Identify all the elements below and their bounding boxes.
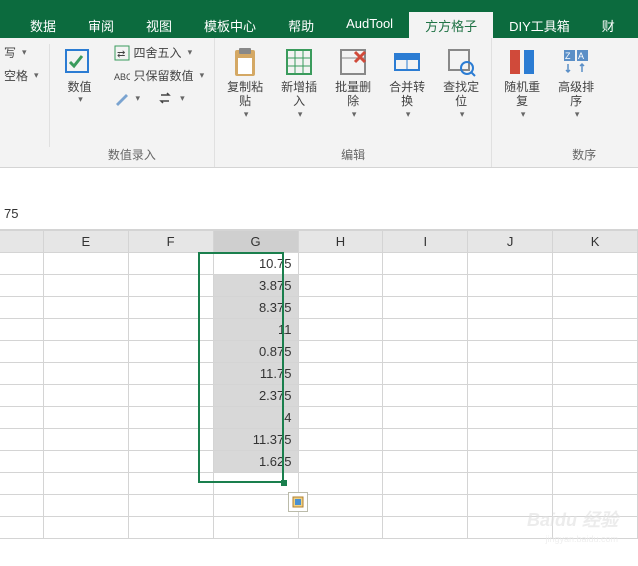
ribbon: 写▾ 空格▾ 数值▾ ⇄ 四舍五入▾ ABC 只保留数值▾	[0, 38, 638, 168]
hebing-button[interactable]: 合并转换▾	[383, 42, 431, 124]
tab-review[interactable]: 审阅	[72, 12, 130, 38]
tool1-button[interactable]: ▾	[110, 88, 145, 108]
table-row: 2.375	[0, 385, 638, 407]
clipboard-icon	[229, 46, 261, 78]
table-row	[0, 517, 638, 539]
abc-icon: ABC	[114, 68, 130, 84]
xie-button[interactable]: 写▾	[0, 42, 43, 63]
svg-text:Z: Z	[565, 51, 571, 61]
group-label-edit: 编辑	[221, 144, 485, 165]
number-check-icon	[64, 46, 96, 78]
cell-G4[interactable]: 11	[213, 319, 298, 341]
svg-text:⇄: ⇄	[117, 49, 125, 60]
column-headers: E F G H I J K	[0, 231, 638, 253]
cell-G9[interactable]: 11.375	[213, 429, 298, 451]
col-I[interactable]: I	[383, 231, 468, 253]
table-row: 11	[0, 319, 638, 341]
shuzhi-button[interactable]: 数值▾	[56, 42, 104, 109]
merge-icon	[391, 46, 423, 78]
insert-icon	[283, 46, 315, 78]
table-row	[0, 495, 638, 517]
table-row: 1.625	[0, 451, 638, 473]
round-icon: ⇄	[114, 45, 130, 61]
svg-text:A: A	[578, 51, 584, 61]
title-bar: 工作簿1 - Excel	[0, 0, 638, 12]
col-J[interactable]: J	[468, 231, 553, 253]
sort-icon: ZA	[560, 46, 592, 78]
delete-icon	[337, 46, 369, 78]
group-label-right: 数序	[498, 144, 600, 165]
baoliu-button[interactable]: ABC 只保留数值▾	[110, 65, 209, 86]
tab-audtool[interactable]: AudTool	[330, 12, 409, 38]
cell-G10[interactable]: 1.625	[213, 451, 298, 473]
paste-options-button[interactable]	[288, 492, 308, 512]
group-label-left	[0, 147, 43, 165]
col-G[interactable]: G	[213, 231, 298, 253]
formula-value: 75	[4, 206, 18, 221]
pencil-icon	[114, 90, 130, 106]
table-row: 4	[0, 407, 638, 429]
col-F[interactable]: F	[128, 231, 213, 253]
cell-G6[interactable]: 11.75	[213, 363, 298, 385]
gaoji-button[interactable]: ZA 高级排序▾	[552, 42, 600, 124]
table-row: 8.375	[0, 297, 638, 319]
col-E[interactable]: E	[43, 231, 128, 253]
col-K[interactable]: K	[553, 231, 638, 253]
svg-text:ABC: ABC	[114, 72, 130, 82]
ribbon-tabs: 数据 审阅 视图 模板中心 帮助 AudTool 方方格子 DIY工具箱 财	[0, 12, 638, 38]
cell-G1[interactable]: 10.75	[213, 253, 298, 275]
find-icon	[445, 46, 477, 78]
tab-view[interactable]: 视图	[130, 12, 188, 38]
piliang-button[interactable]: 批量删除▾	[329, 42, 377, 124]
paste-options-icon	[291, 495, 305, 509]
table-row: 11.75	[0, 363, 638, 385]
tab-diy[interactable]: DIY工具箱	[493, 12, 586, 38]
cell-G8[interactable]: 4	[213, 407, 298, 429]
swap-icon	[158, 90, 174, 106]
tab-cai[interactable]: 财	[586, 12, 631, 38]
table-row: 10.75	[0, 253, 638, 275]
tab-data[interactable]: 数据	[14, 12, 72, 38]
table-row: 3.875	[0, 275, 638, 297]
table-row	[0, 473, 638, 495]
tab-fanggezi[interactable]: 方方格子	[409, 12, 493, 38]
tab-help[interactable]: 帮助	[272, 12, 330, 38]
spreadsheet-grid[interactable]: E F G H I J K 10.75 3.875 8.375 11 0.875…	[0, 230, 638, 539]
table-row: 0.875	[0, 341, 638, 363]
cell-G2[interactable]: 3.875	[213, 275, 298, 297]
sishe-button[interactable]: ⇄ 四舍五入▾	[110, 42, 209, 63]
cell-G3[interactable]: 8.375	[213, 297, 298, 319]
chazhao-button[interactable]: 查找定位▾	[437, 42, 485, 124]
cell-G7[interactable]: 2.375	[213, 385, 298, 407]
suiji-button[interactable]: 随机重复▾	[498, 42, 546, 124]
tool2-button[interactable]: ▾	[154, 88, 189, 108]
group-label-shuzhi: 数值录入	[56, 144, 209, 165]
formula-bar[interactable]: 75	[0, 168, 638, 230]
cell-G5[interactable]: 0.875	[213, 341, 298, 363]
tab-template[interactable]: 模板中心	[188, 12, 272, 38]
kongge-button[interactable]: 空格▾	[0, 65, 43, 86]
table-row: 11.375	[0, 429, 638, 451]
random-icon	[506, 46, 538, 78]
col-H[interactable]: H	[298, 231, 383, 253]
xinzeng-button[interactable]: 新增插入▾	[275, 42, 323, 124]
fuzhi-button[interactable]: 复制粘贴▾	[221, 42, 269, 124]
